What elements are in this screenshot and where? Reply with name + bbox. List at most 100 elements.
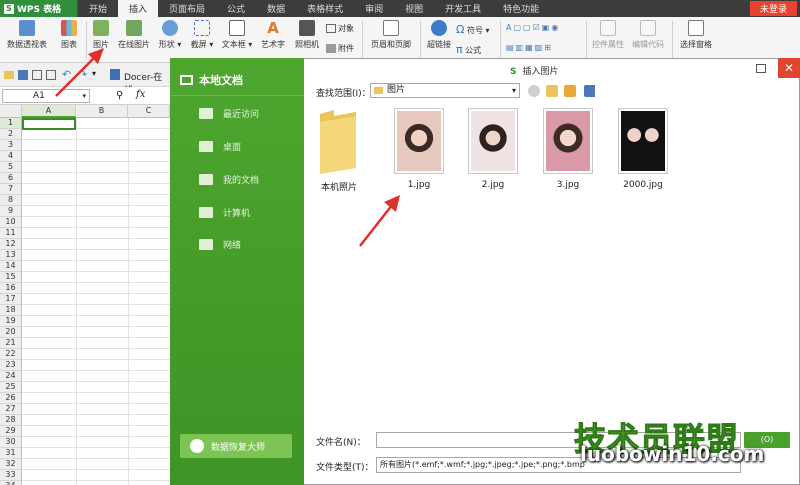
row-header[interactable]: 13 [0,250,22,261]
sidebar-item-computer[interactable]: 计算机 [199,206,250,219]
row-header[interactable]: 34 [0,481,22,485]
row-header[interactable]: 12 [0,239,22,250]
back-icon[interactable] [528,85,540,97]
row-header[interactable]: 11 [0,228,22,239]
screenshot-button[interactable]: 截屏 ▾ [187,20,217,50]
tab-page-layout[interactable]: 页面布局 [158,0,216,17]
tab-review[interactable]: 审阅 [354,0,394,17]
file-thumbnail[interactable] [618,108,668,174]
row-header[interactable]: 24 [0,371,22,382]
row-header[interactable]: 27 [0,404,22,415]
row-header[interactable]: 3 [0,140,22,151]
row-header[interactable]: 19 [0,316,22,327]
selection-pane-button[interactable]: 选择窗格 [676,20,716,50]
tab-table-style[interactable]: 表格样式 [296,0,354,17]
row-header[interactable]: 17 [0,294,22,305]
row-header[interactable]: 10 [0,217,22,228]
row-header[interactable]: 9 [0,206,22,217]
row-header[interactable]: 6 [0,173,22,184]
folder-large-icon[interactable] [316,108,360,176]
row-header[interactable]: 2 [0,129,22,140]
grid-line [22,403,170,404]
print-icon[interactable] [32,70,42,80]
control-props-button[interactable]: 控件属性 [588,20,628,50]
up-folder-icon[interactable] [546,85,558,97]
grid-line [22,337,170,338]
row-header[interactable]: 23 [0,360,22,371]
lookin-label: 查找范围(I)： [316,89,371,99]
tab-insert[interactable]: 插入 [118,0,159,17]
grid-line [128,118,129,485]
row-header[interactable]: 21 [0,338,22,349]
row-header[interactable]: 7 [0,184,22,195]
row-header[interactable]: 32 [0,459,22,470]
row-header[interactable]: 30 [0,437,22,448]
row-header[interactable]: 29 [0,426,22,437]
wordart-button[interactable]: A 艺术字 [258,20,288,50]
row-header[interactable]: 20 [0,327,22,338]
sidebar-item-network[interactable]: 网络 [199,238,241,251]
row-header[interactable]: 31 [0,448,22,459]
sidebar-item-desktop[interactable]: 桌面 [199,140,241,153]
pivot-table-button[interactable]: 数据透视表 [4,20,50,50]
tab-home[interactable]: 开始 [78,0,118,17]
edit-code-icon [640,20,656,36]
lookin-select[interactable]: 图片 ▾ [370,83,520,98]
row-header[interactable]: 4 [0,151,22,162]
row-header[interactable]: 8 [0,195,22,206]
new-folder-icon[interactable] [564,85,576,97]
zoom-icon[interactable]: ⚲ [116,90,123,101]
row-header[interactable]: 26 [0,393,22,404]
row-header[interactable]: 15 [0,272,22,283]
sidebar-item-recent[interactable]: 最近访问 [199,107,259,120]
textbox-button[interactable]: 文本框 ▾ [218,20,256,50]
tab-developer[interactable]: 开发工具 [434,0,492,17]
row-header[interactable]: 1 [0,118,22,129]
file-thumbnail[interactable] [468,108,518,174]
online-picture-button[interactable]: 在线图片 [114,20,154,50]
object-button[interactable]: 对象 [326,23,360,34]
filetype-label: 文件类型(T)： [316,463,374,473]
row-header[interactable]: 25 [0,382,22,393]
fx-icon[interactable]: fx [136,89,145,100]
row-header[interactable]: 16 [0,283,22,294]
active-cell[interactable] [22,118,76,130]
edit-code-button[interactable]: 编辑代码 [628,20,668,50]
row-header[interactable]: 33 [0,470,22,481]
file-thumbnail[interactable] [394,108,444,174]
spreadsheet-grid[interactable] [0,105,170,485]
tab-special[interactable]: 特色功能 [492,0,550,17]
tab-view[interactable]: 视图 [394,0,434,17]
hyperlink-button[interactable]: 超链接 [424,20,454,50]
file-thumbnail[interactable] [543,108,593,174]
camera-button[interactable]: 照相机 [290,20,324,50]
filename-label: 文件名(N)： [316,438,366,448]
header-footer-button[interactable]: 页眉和页脚 [366,20,416,50]
row-header[interactable]: 14 [0,261,22,272]
column-header[interactable]: C [128,105,170,118]
attachment-button[interactable]: 附件 [326,43,360,54]
controls-group-2[interactable]: ▤▥▦▧⊞ [506,43,584,52]
close-icon[interactable]: ✕ [778,58,800,78]
formula-insert-button[interactable]: π 公式 [456,43,496,56]
shape-button[interactable]: 形状 ▾ [155,20,185,50]
row-header[interactable]: 18 [0,305,22,316]
controls-group[interactable]: A▢▢☑▣◉ [506,23,584,32]
row-header[interactable]: 5 [0,162,22,173]
save-icon[interactable] [18,70,28,80]
login-button[interactable]: 未登录 [749,1,797,16]
view-menu-icon[interactable] [584,85,602,97]
symbol-button[interactable]: Ω 符号 ▾ [456,23,496,36]
app-menu-button[interactable]: S WPS 表格 [0,0,78,17]
tab-formula[interactable]: 公式 [216,0,256,17]
open-icon[interactable] [4,71,14,79]
column-header[interactable]: B [76,105,128,118]
tab-data[interactable]: 数据 [256,0,296,17]
row-header[interactable]: 22 [0,349,22,360]
select-all-corner[interactable] [0,105,22,118]
column-header[interactable]: A [22,105,76,118]
data-recovery-button[interactable]: 数据恢复大师 [180,434,292,458]
row-header[interactable]: 28 [0,415,22,426]
sidebar-item-documents[interactable]: 我的文档 [199,173,259,186]
maximize-icon[interactable] [756,64,766,73]
